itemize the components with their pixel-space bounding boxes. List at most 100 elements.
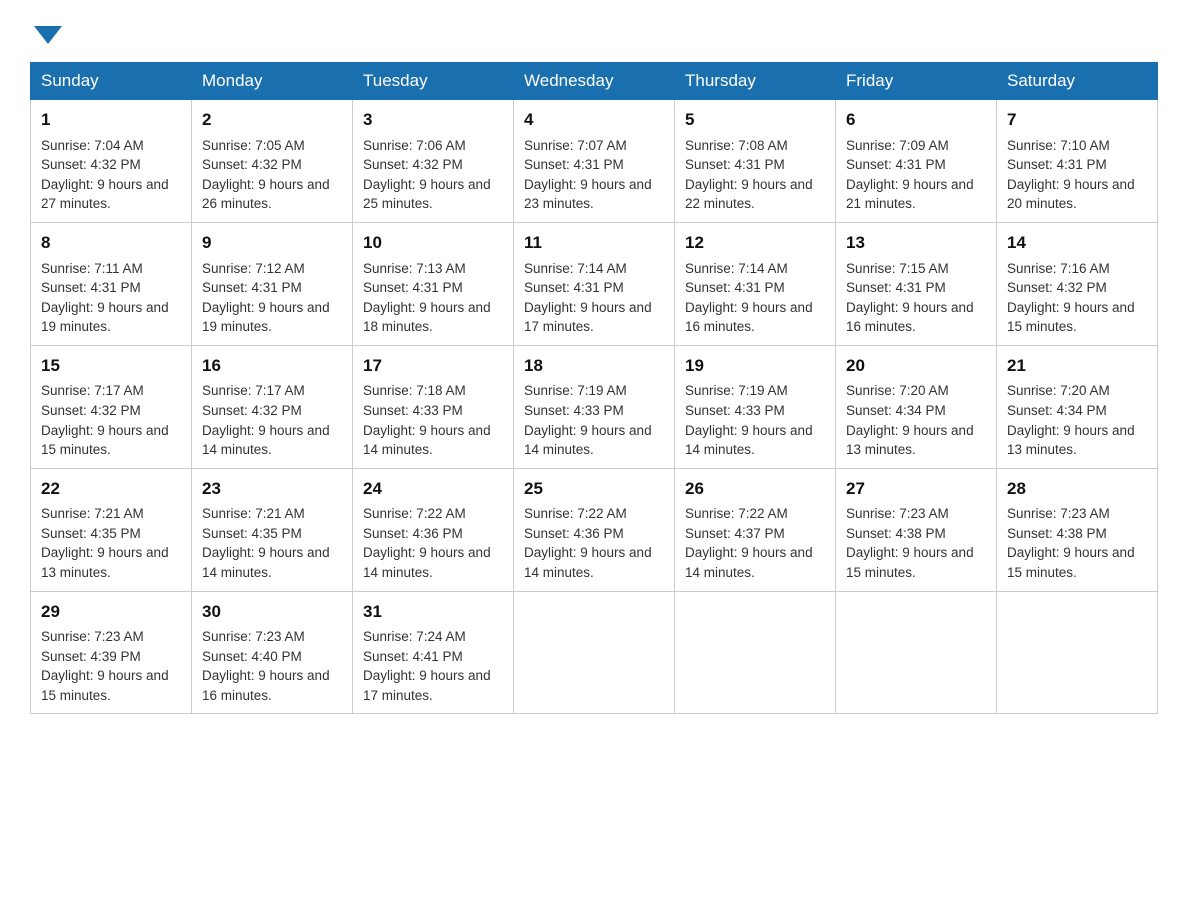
day-sunrise: Sunrise: 7:23 AM (202, 629, 305, 644)
day-sunset: Sunset: 4:32 PM (1007, 280, 1107, 295)
day-cell (675, 591, 836, 714)
day-sunset: Sunset: 4:37 PM (685, 526, 785, 541)
day-sunset: Sunset: 4:31 PM (1007, 157, 1107, 172)
day-cell: 17Sunrise: 7:18 AMSunset: 4:33 PMDayligh… (353, 345, 514, 468)
logo (30, 20, 62, 42)
day-daylight: Daylight: 9 hours and 14 minutes. (202, 423, 330, 458)
day-cell: 8Sunrise: 7:11 AMSunset: 4:31 PMDaylight… (31, 222, 192, 345)
day-number: 31 (363, 600, 503, 625)
day-sunset: Sunset: 4:36 PM (524, 526, 624, 541)
day-cell: 24Sunrise: 7:22 AMSunset: 4:36 PMDayligh… (353, 468, 514, 591)
day-daylight: Daylight: 9 hours and 13 minutes. (846, 423, 974, 458)
day-sunrise: Sunrise: 7:07 AM (524, 138, 627, 153)
day-sunset: Sunset: 4:40 PM (202, 649, 302, 664)
day-sunrise: Sunrise: 7:20 AM (1007, 383, 1110, 398)
day-cell: 12Sunrise: 7:14 AMSunset: 4:31 PMDayligh… (675, 222, 836, 345)
day-number: 3 (363, 108, 503, 133)
day-cell: 7Sunrise: 7:10 AMSunset: 4:31 PMDaylight… (997, 100, 1158, 223)
day-sunset: Sunset: 4:31 PM (524, 280, 624, 295)
day-sunset: Sunset: 4:34 PM (846, 403, 946, 418)
day-sunrise: Sunrise: 7:05 AM (202, 138, 305, 153)
day-number: 14 (1007, 231, 1147, 256)
day-sunset: Sunset: 4:32 PM (41, 157, 141, 172)
day-cell: 20Sunrise: 7:20 AMSunset: 4:34 PMDayligh… (836, 345, 997, 468)
day-sunset: Sunset: 4:32 PM (41, 403, 141, 418)
day-sunrise: Sunrise: 7:04 AM (41, 138, 144, 153)
day-sunrise: Sunrise: 7:23 AM (41, 629, 144, 644)
day-sunset: Sunset: 4:31 PM (685, 157, 785, 172)
day-daylight: Daylight: 9 hours and 19 minutes. (202, 300, 330, 335)
week-row-1: 1 Sunrise: 7:04 AM Sunset: 4:32 PM Daylight… (31, 100, 1158, 223)
day-sunset: Sunset: 4:33 PM (685, 403, 785, 418)
day-cell: 27Sunrise: 7:23 AMSunset: 4:38 PMDayligh… (836, 468, 997, 591)
day-sunset: Sunset: 4:31 PM (363, 280, 463, 295)
day-cell: 21Sunrise: 7:20 AMSunset: 4:34 PMDayligh… (997, 345, 1158, 468)
day-sunrise: Sunrise: 7:08 AM (685, 138, 788, 153)
day-sunset: Sunset: 4:31 PM (41, 280, 141, 295)
day-daylight: Daylight: 9 hours and 15 minutes. (1007, 300, 1135, 335)
week-row-5: 29Sunrise: 7:23 AMSunset: 4:39 PMDayligh… (31, 591, 1158, 714)
day-number: 6 (846, 108, 986, 133)
weekday-header-wednesday: Wednesday (514, 63, 675, 100)
day-number: 23 (202, 477, 342, 502)
day-cell (514, 591, 675, 714)
day-daylight: Daylight: 9 hours and 22 minutes. (685, 177, 813, 212)
weekday-header-row: SundayMondayTuesdayWednesdayThursdayFrid… (31, 63, 1158, 100)
day-sunrise: Sunrise: 7:20 AM (846, 383, 949, 398)
logo-triangle-icon (34, 26, 62, 44)
day-cell: 23Sunrise: 7:21 AMSunset: 4:35 PMDayligh… (192, 468, 353, 591)
day-sunrise: Sunrise: 7:18 AM (363, 383, 466, 398)
day-number: 19 (685, 354, 825, 379)
day-daylight: Daylight: 9 hours and 26 minutes. (202, 177, 330, 212)
day-daylight: Daylight: 9 hours and 27 minutes. (41, 177, 169, 212)
day-number: 21 (1007, 354, 1147, 379)
day-sunset: Sunset: 4:39 PM (41, 649, 141, 664)
day-daylight: Daylight: 9 hours and 14 minutes. (363, 545, 491, 580)
week-row-4: 22Sunrise: 7:21 AMSunset: 4:35 PMDayligh… (31, 468, 1158, 591)
day-sunset: Sunset: 4:31 PM (524, 157, 624, 172)
day-cell: 6Sunrise: 7:09 AMSunset: 4:31 PMDaylight… (836, 100, 997, 223)
day-daylight: Daylight: 9 hours and 23 minutes. (524, 177, 652, 212)
day-number: 11 (524, 231, 664, 256)
day-daylight: Daylight: 9 hours and 14 minutes. (524, 545, 652, 580)
day-number: 29 (41, 600, 181, 625)
day-sunset: Sunset: 4:33 PM (524, 403, 624, 418)
day-sunrise: Sunrise: 7:16 AM (1007, 261, 1110, 276)
day-number: 22 (41, 477, 181, 502)
day-number: 10 (363, 231, 503, 256)
calendar-table: SundayMondayTuesdayWednesdayThursdayFrid… (30, 62, 1158, 714)
page-header (30, 20, 1158, 42)
day-daylight: Daylight: 9 hours and 16 minutes. (685, 300, 813, 335)
day-sunrise: Sunrise: 7:11 AM (41, 261, 143, 276)
day-daylight: Daylight: 9 hours and 13 minutes. (41, 545, 169, 580)
day-number: 1 (41, 108, 181, 133)
day-sunrise: Sunrise: 7:19 AM (685, 383, 788, 398)
day-sunrise: Sunrise: 7:14 AM (685, 261, 788, 276)
day-cell: 22Sunrise: 7:21 AMSunset: 4:35 PMDayligh… (31, 468, 192, 591)
day-number: 24 (363, 477, 503, 502)
day-cell: 3Sunrise: 7:06 AMSunset: 4:32 PMDaylight… (353, 100, 514, 223)
day-sunrise: Sunrise: 7:17 AM (202, 383, 305, 398)
day-sunset: Sunset: 4:35 PM (202, 526, 302, 541)
day-sunrise: Sunrise: 7:12 AM (202, 261, 305, 276)
day-daylight: Daylight: 9 hours and 15 minutes. (846, 545, 974, 580)
day-number: 30 (202, 600, 342, 625)
day-number: 5 (685, 108, 825, 133)
day-cell: 26Sunrise: 7:22 AMSunset: 4:37 PMDayligh… (675, 468, 836, 591)
day-sunrise: Sunrise: 7:10 AM (1007, 138, 1110, 153)
day-sunrise: Sunrise: 7:22 AM (363, 506, 466, 521)
day-number: 9 (202, 231, 342, 256)
day-daylight: Daylight: 9 hours and 25 minutes. (363, 177, 491, 212)
day-number: 12 (685, 231, 825, 256)
day-number: 13 (846, 231, 986, 256)
day-cell: 2Sunrise: 7:05 AMSunset: 4:32 PMDaylight… (192, 100, 353, 223)
day-daylight: Daylight: 9 hours and 15 minutes. (41, 423, 169, 458)
weekday-header-sunday: Sunday (31, 63, 192, 100)
day-number: 7 (1007, 108, 1147, 133)
day-sunset: Sunset: 4:41 PM (363, 649, 463, 664)
day-number: 16 (202, 354, 342, 379)
day-number: 25 (524, 477, 664, 502)
day-sunrise: Sunrise: 7:23 AM (846, 506, 949, 521)
day-sunrise: Sunrise: 7:19 AM (524, 383, 627, 398)
day-cell: 5 Sunrise: 7:08 AM Sunset: 4:31 PM Daylight… (675, 100, 836, 223)
